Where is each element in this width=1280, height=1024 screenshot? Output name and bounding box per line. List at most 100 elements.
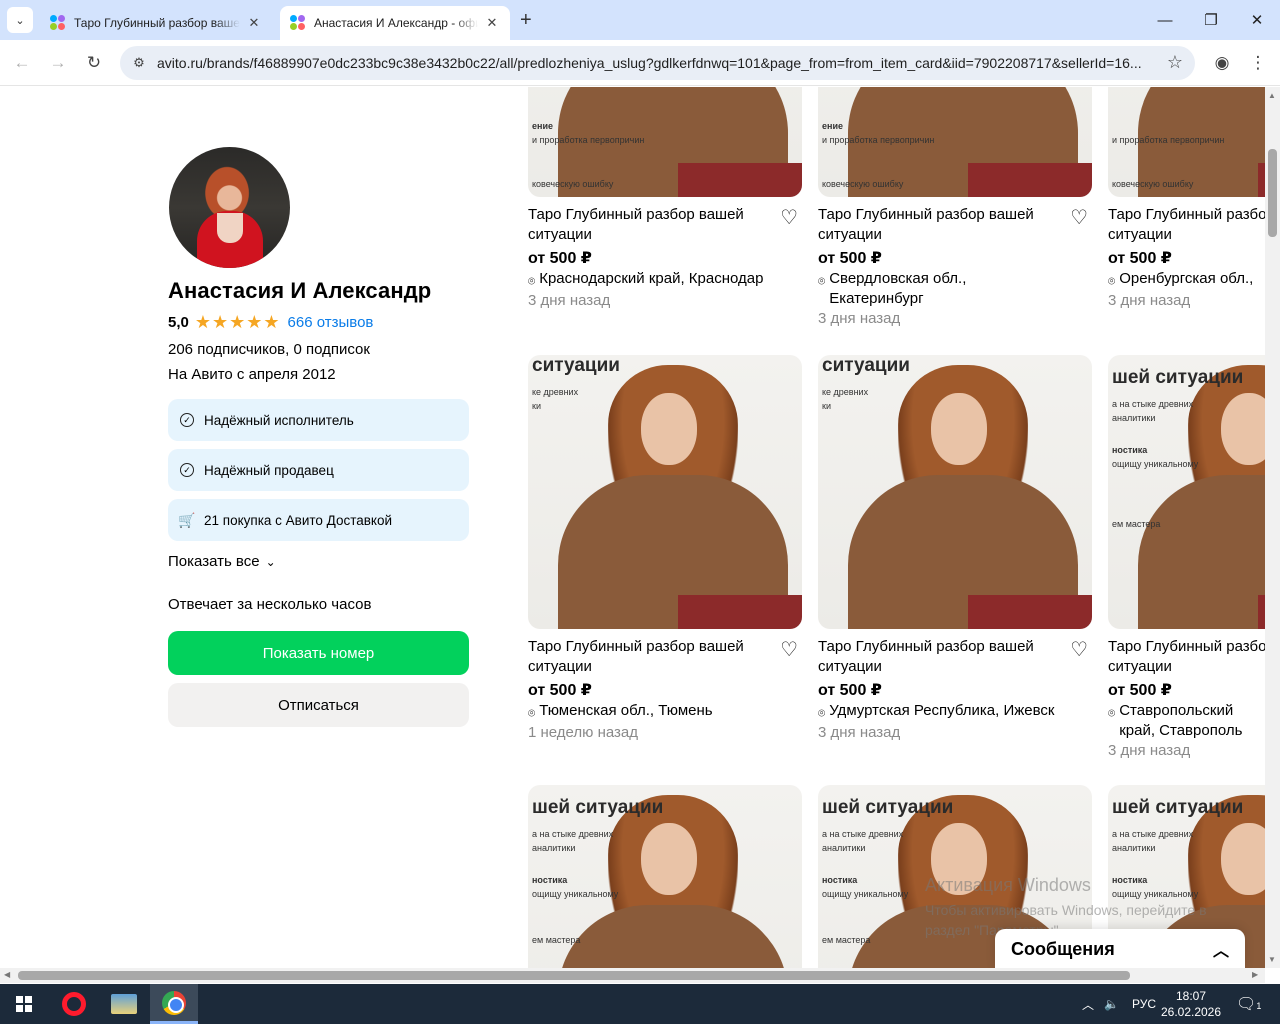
browser-tab-1[interactable]: Таро Глубинный разбор вашей ситуации ✕ xyxy=(40,6,272,40)
listing-price: от 500 ₽ xyxy=(1108,250,1172,267)
chevron-down-icon: ⌄ xyxy=(265,554,276,569)
chevron-up-icon[interactable]: ︿ xyxy=(1213,937,1229,961)
windows-activation-title: Активация Windows xyxy=(925,875,1091,895)
listing-title[interactable]: Таро Глубинный разбор вашей ситуации xyxy=(528,205,768,245)
notification-center-icon[interactable]: 🗨1 xyxy=(1236,994,1261,1014)
listing-image[interactable]: ение и проработка первопричин ковеческую… xyxy=(528,87,802,197)
favorite-heart-icon[interactable]: ♡ xyxy=(1070,205,1088,230)
listing-image[interactable]: ситуации ке древних ки xyxy=(818,355,1092,629)
seller-avatar xyxy=(169,147,290,268)
listing-price: от 500 ₽ xyxy=(818,250,882,267)
listing-image[interactable]: ситуации ке древних ки xyxy=(528,355,802,629)
minimize-button[interactable]: — xyxy=(1142,0,1188,40)
scroll-left-arrow-icon[interactable]: ◀ xyxy=(4,970,10,979)
listing-location: ⌾ Краснодарский край, Краснодар xyxy=(528,269,802,291)
listing-card[interactable]: и проработка первопричин ковеческую ошиб… xyxy=(1108,87,1265,311)
listing-card[interactable]: ситуации ке древних ки Таро Глубинный ра… xyxy=(528,355,802,743)
windows-taskbar: ︿ 🔈 РУС 18:07 26.02.2026 🗨1 xyxy=(0,984,1280,1024)
listing-date: 1 неделю назад xyxy=(528,724,639,741)
subscribers-info: 206 подписчиков, 0 подписок xyxy=(168,341,370,358)
reviews-link[interactable]: 666 отзывов xyxy=(288,314,374,331)
listing-image[interactable]: ение и проработка первопричин ковеческую… xyxy=(818,87,1092,197)
scrollbar-thumb[interactable] xyxy=(1268,149,1277,237)
listing-title[interactable]: Таро Глубинный разбор вашей ситуации xyxy=(1108,637,1265,677)
url-text[interactable]: avito.ru/brands/f46889907e0dc233bc9c38e3… xyxy=(157,55,1147,71)
badge-label: 21 покупка с Авито Доставкой xyxy=(204,512,393,528)
show-phone-button[interactable]: Показать номер xyxy=(168,631,469,675)
listing-image[interactable]: и проработка первопричин ковеческую ошиб… xyxy=(1108,87,1265,197)
close-window-button[interactable]: ✕ xyxy=(1234,0,1280,40)
menu-kebab-icon[interactable]: ⋮ xyxy=(1246,51,1270,75)
listing-location: ⌾ Тюменская обл., Тюмень xyxy=(528,701,802,723)
profile-icon[interactable]: ◉ xyxy=(1210,51,1234,75)
listing-card[interactable]: ситуации ке древних ки Таро Глубинный ра… xyxy=(818,355,1092,743)
scroll-up-arrow-icon[interactable]: ▲ xyxy=(1268,91,1276,100)
listing-image[interactable]: шей ситуации а на стыке древних аналитик… xyxy=(1108,355,1265,629)
listing-card[interactable]: ение и проработка первопричин ковеческую… xyxy=(528,87,802,311)
badge-label: Надёжный продавец xyxy=(204,462,334,478)
taskbar-chrome[interactable] xyxy=(150,984,198,1024)
bookmark-star-icon[interactable]: ☆ xyxy=(1167,52,1183,73)
badge-reliable-seller: ✓ Надёжный продавец xyxy=(168,449,469,491)
listing-date: 3 дня назад xyxy=(818,310,901,327)
scrollbar-thumb[interactable] xyxy=(18,971,1130,980)
cart-icon: 🛒 xyxy=(178,512,196,528)
reload-button[interactable]: ↻ xyxy=(82,51,106,75)
language-indicator[interactable]: РУС xyxy=(1132,984,1156,1024)
opera-icon xyxy=(62,992,86,1016)
vertical-scrollbar[interactable]: ▲ ▼ xyxy=(1265,87,1280,968)
listing-title[interactable]: Таро Глубинный разбор вашей ситуации xyxy=(818,637,1058,677)
favorite-heart-icon[interactable]: ♡ xyxy=(780,205,798,230)
badge-delivery-purchases: 🛒 21 покупка с Авито Доставкой xyxy=(168,499,469,541)
listing-location: ⌾ Ставропольский край, Ставрополь xyxy=(1108,702,1243,739)
forward-button[interactable]: → xyxy=(46,51,70,75)
show-all-button[interactable]: Показать все ⌄ xyxy=(168,553,469,570)
listing-title[interactable]: Таро Глубинный разбор вашей ситуации xyxy=(818,205,1058,245)
horizontal-scrollbar[interactable]: ◀ ▶ xyxy=(0,968,1265,983)
listing-image[interactable]: шей ситуации а на стыке древних аналитик… xyxy=(528,785,802,968)
close-tab-icon[interactable]: ✕ xyxy=(246,15,262,31)
tray-chevron-up-icon[interactable]: ︿ xyxy=(1082,984,1094,1024)
start-button[interactable] xyxy=(0,984,48,1024)
listing-location: ⌾ Удмуртская Республика, Ижевск xyxy=(818,701,1092,723)
listing-card[interactable]: шей ситуации а на стыке древних аналитик… xyxy=(528,785,802,968)
listing-title[interactable]: Таро Глубинный разбор вашей ситуации xyxy=(528,637,768,677)
listing-title[interactable]: Таро Глубинный разбор вашей ситуации xyxy=(1108,205,1265,245)
volume-icon[interactable]: 🔈 xyxy=(1104,984,1119,1024)
location-pin-icon: ⌾ xyxy=(818,706,826,720)
location-pin-icon: ⌾ xyxy=(528,274,536,288)
browser-tab-2[interactable]: Анастасия И Александр - официальный ✕ xyxy=(280,6,510,40)
unsubscribe-button[interactable]: Отписаться xyxy=(168,683,469,727)
rating-stars-icon: ★★★★★ xyxy=(194,312,281,332)
tab-search-button[interactable]: ⌄ xyxy=(7,7,33,33)
new-tab-button[interactable]: + xyxy=(520,9,532,32)
avito-favicon-icon xyxy=(50,15,66,31)
restore-button[interactable]: ❐ xyxy=(1188,0,1234,40)
listing-location: ⌾ Оренбургская обл., xyxy=(1108,269,1265,291)
back-button[interactable]: ← xyxy=(10,51,34,75)
close-tab-icon[interactable]: ✕ xyxy=(484,15,500,31)
listing-card[interactable]: шей ситуации а на стыке древних аналитик… xyxy=(1108,355,1265,761)
taskbar-explorer[interactable] xyxy=(100,984,148,1024)
listing-price: от 500 ₽ xyxy=(528,682,592,699)
location-pin-icon: ⌾ xyxy=(818,274,826,288)
favorite-heart-icon[interactable]: ♡ xyxy=(1070,637,1088,662)
rating-value: 5,0 xyxy=(168,314,189,331)
messages-widget[interactable]: Сообщения ︿ xyxy=(995,929,1245,969)
tab-title: Таро Глубинный разбор вашей ситуации xyxy=(74,16,240,30)
listing-date: 3 дня назад xyxy=(1108,292,1191,309)
avito-favicon-icon xyxy=(290,15,306,31)
listing-location: ⌾ Свердловская обл., Екатеринбург xyxy=(818,270,967,307)
site-settings-icon[interactable]: ⚙ xyxy=(130,54,148,72)
address-bar[interactable]: ⚙ avito.ru/brands/f46889907e0dc233bc9c38… xyxy=(120,46,1195,80)
favorite-heart-icon[interactable]: ♡ xyxy=(780,637,798,662)
scroll-down-arrow-icon[interactable]: ▼ xyxy=(1268,955,1276,964)
browser-toolbar: ← → ↻ ⚙ avito.ru/brands/f46889907e0dc233… xyxy=(0,40,1280,86)
badge-label: Надёжный исполнитель xyxy=(204,412,354,428)
taskbar-opera[interactable] xyxy=(50,984,98,1024)
scroll-right-arrow-icon[interactable]: ▶ xyxy=(1252,970,1258,979)
clock-date: 26.02.2026 xyxy=(1160,1005,1222,1019)
listing-card[interactable]: ение и проработка первопричин ковеческую… xyxy=(818,87,1092,329)
chrome-icon xyxy=(162,990,186,1015)
taskbar-clock[interactable]: 18:07 26.02.2026 xyxy=(1160,988,1222,1020)
